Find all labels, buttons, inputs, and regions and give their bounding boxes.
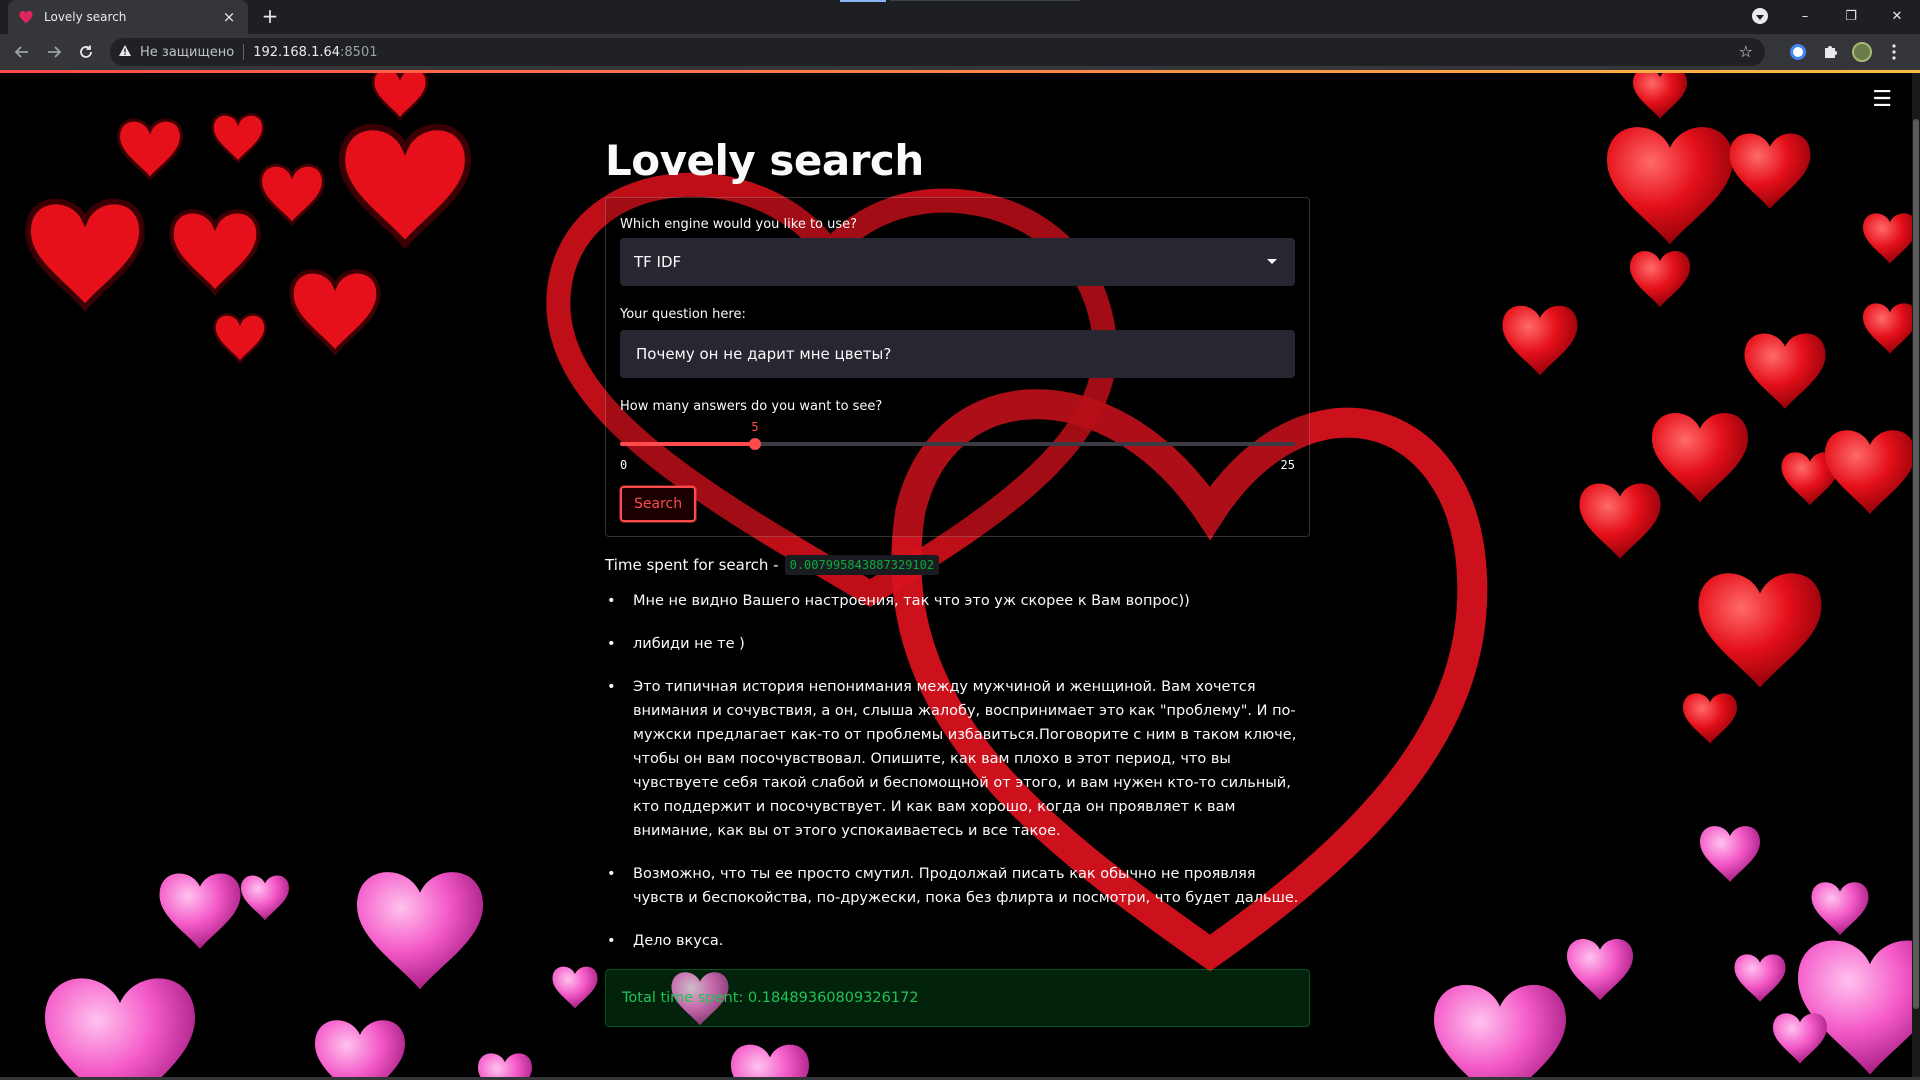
total-time-text: Total time spent: 0.18489360809326172 (622, 990, 919, 1006)
bookmark-star-icon[interactable]: ☆ (1739, 42, 1753, 61)
page-title: Lovely search (605, 136, 924, 185)
engine-label: Which engine would you like to use? (620, 217, 858, 232)
answers-count-label: How many answers do you want to see? (620, 399, 883, 414)
list-item: либиди не те ) (605, 632, 1310, 656)
main-content: Lovely search Which engine would you lik… (605, 133, 1310, 1027)
puzzle-icon[interactable] (1814, 36, 1846, 68)
slider-current-value: 5 (751, 420, 759, 434)
extension-icon[interactable] (1782, 36, 1814, 68)
list-item: Возможно, что ты ее просто смутил. Продо… (605, 862, 1310, 910)
window-controls: – ❐ ✕ (1782, 0, 1920, 32)
browser-window: Lovely search × + – ❐ ✕ Не защищено 192.… (0, 0, 1920, 1080)
new-tab-button[interactable]: + (258, 5, 282, 29)
answers-count-slider[interactable]: 5 0 25 (620, 418, 1295, 480)
slider-min-label: 0 (620, 458, 628, 472)
menu-dots-icon[interactable] (1878, 36, 1910, 68)
search-time-value: 0.007995843887329102 (784, 555, 940, 575)
avatar-icon[interactable] (1846, 36, 1878, 68)
search-button[interactable]: Search (620, 486, 697, 522)
tab-close-icon[interactable]: × (220, 8, 238, 26)
omnibox-separator (243, 44, 245, 60)
slider-max-label: 25 (1280, 458, 1295, 472)
question-input[interactable] (620, 330, 1295, 378)
chevron-down-icon[interactable] (1267, 259, 1277, 264)
search-time-row: Time spent for search - 0.00799584388732… (605, 555, 1310, 575)
page-scrollbar[interactable] (1912, 73, 1920, 1080)
tab-lovely-search[interactable]: Lovely search × (8, 0, 248, 34)
scrollbar-thumb[interactable] (1913, 119, 1919, 1009)
answers-list: Мне не видно Вашего настроения, так что … (605, 589, 1310, 953)
heart-favicon-icon (18, 9, 34, 25)
tab-search-icon[interactable] (1752, 8, 1768, 24)
list-item: Мне не видно Вашего настроения, так что … (605, 589, 1310, 613)
tab-strip: Lovely search × + – ❐ ✕ (0, 0, 1920, 34)
slider-thumb[interactable] (749, 438, 761, 450)
url-port[interactable]: :8501 (340, 45, 377, 60)
restore-button[interactable]: ❐ (1828, 0, 1874, 32)
search-time-label: Time spent for search - (605, 556, 779, 574)
address-bar[interactable]: Не защищено 192.168.1.64 :8501 ☆ (110, 38, 1765, 66)
slider-track[interactable] (620, 442, 1295, 446)
engine-selected-value: TF IDF (634, 253, 682, 271)
list-item: Это типичная история непонимания между м… (605, 675, 1310, 843)
forward-arrow-icon[interactable] (38, 36, 70, 68)
warning-icon[interactable] (118, 44, 132, 61)
app-viewport: ☰ Lovely search Which engine would you l… (0, 73, 1920, 1080)
back-arrow-icon[interactable] (6, 36, 38, 68)
browser-toolbar: Не защищено 192.168.1.64 :8501 ☆ (0, 34, 1920, 70)
total-time-alert: Total time spent: 0.18489360809326172 (605, 969, 1310, 1027)
slider-fill (620, 442, 755, 446)
search-form: Which engine would you like to use? TF I… (605, 197, 1310, 537)
toolbar-extensions (1782, 34, 1910, 70)
tab-title: Lovely search (44, 10, 127, 24)
reload-icon[interactable] (70, 36, 102, 68)
tab-loading-indicator (840, 0, 886, 2)
close-window-button[interactable]: ✕ (1874, 0, 1920, 32)
not-secure-label[interactable]: Не защищено (140, 45, 234, 60)
list-item: Дело вкуса. (605, 929, 1310, 953)
hamburger-menu-icon[interactable]: ☰ (1872, 87, 1892, 112)
minimize-button[interactable]: – (1782, 0, 1828, 32)
url-host[interactable]: 192.168.1.64 (253, 45, 340, 60)
tab-strip-divider (890, 0, 1080, 1)
question-label: Your question here: (620, 307, 746, 322)
engine-select[interactable]: TF IDF (620, 238, 1295, 286)
